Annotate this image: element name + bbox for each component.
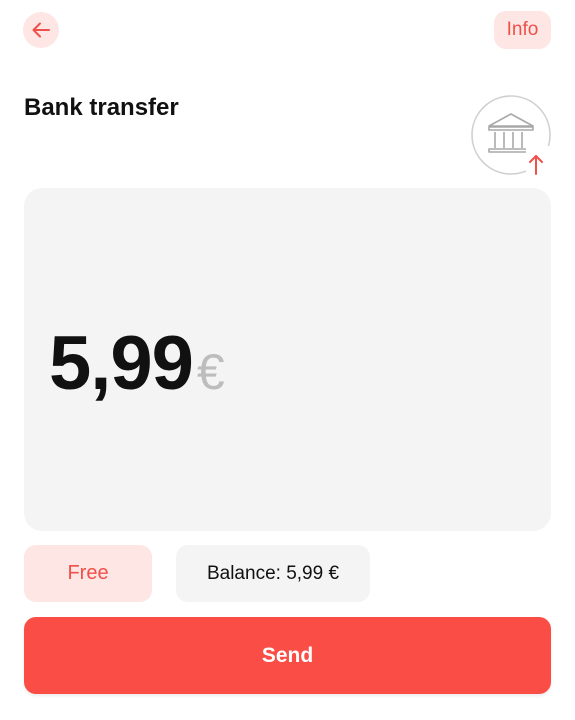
back-button[interactable] (23, 12, 59, 48)
fee-chip[interactable]: Free (24, 545, 152, 602)
amount-currency: € (196, 344, 225, 400)
fee-label: Free (67, 562, 109, 584)
amount-card[interactable]: 5,99 € (24, 188, 551, 531)
balance-label: Balance: 5,99 € (206, 562, 340, 584)
info-button[interactable]: Info (494, 11, 551, 49)
send-button[interactable]: Send (24, 617, 551, 694)
info-button-label: Info (506, 19, 539, 40)
balance-chip[interactable]: Balance: 5,99 € (176, 545, 370, 602)
bank-transfer-screen: Info Bank transfer 5,99 € Free Balance: … (0, 0, 575, 720)
amount-display: 5,99 € (49, 320, 225, 407)
send-button-label: Send (261, 643, 314, 667)
bank-transfer-badge (470, 94, 552, 176)
arrow-left-icon (32, 22, 50, 38)
page-title: Bank transfer (24, 94, 179, 121)
amount-value: 5,99 (49, 321, 194, 406)
